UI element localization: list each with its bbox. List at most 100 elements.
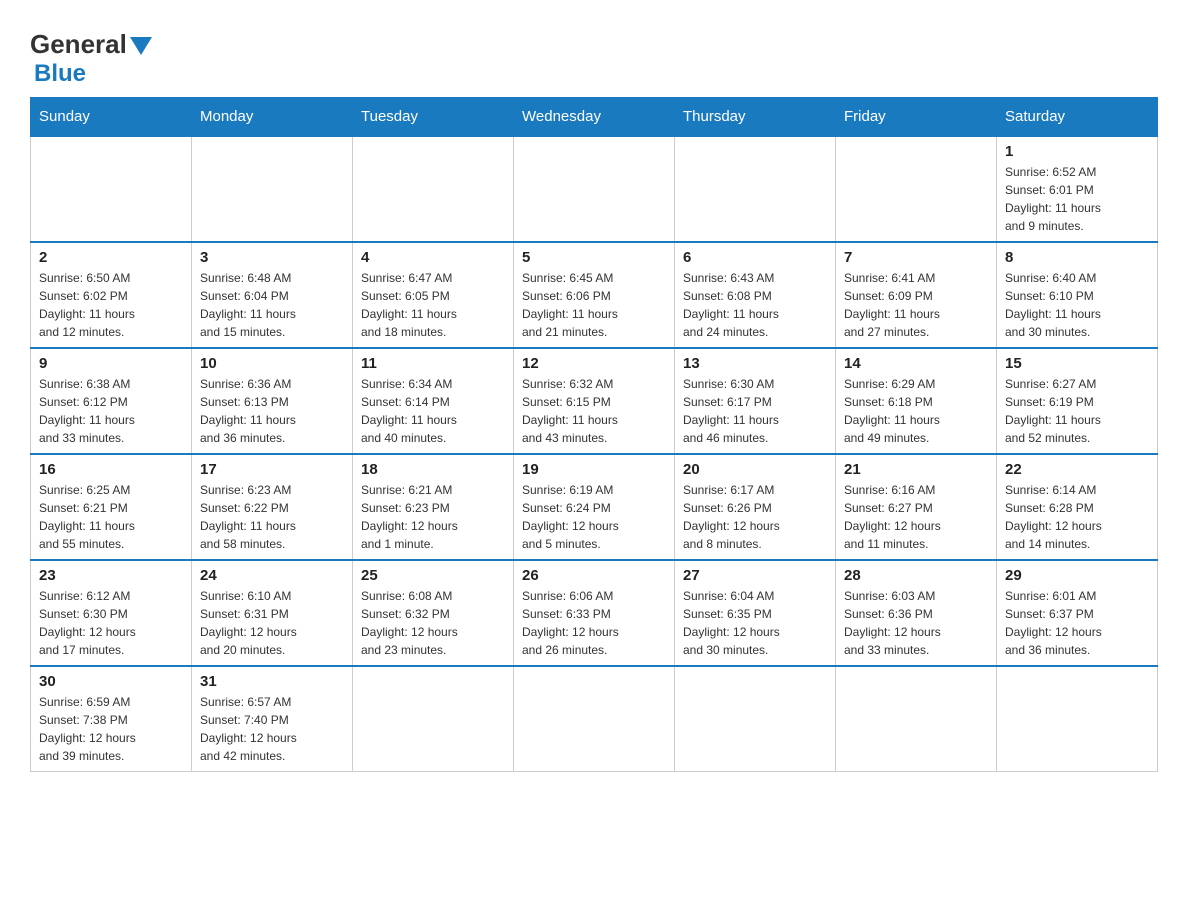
- day-header-saturday: Saturday: [997, 98, 1158, 137]
- day-number: 30: [39, 673, 183, 690]
- day-header-sunday: Sunday: [31, 98, 192, 137]
- day-info: Sunrise: 6:14 AM Sunset: 6:28 PM Dayligh…: [1005, 481, 1149, 553]
- day-info: Sunrise: 6:52 AM Sunset: 6:01 PM Dayligh…: [1005, 163, 1149, 235]
- day-header-friday: Friday: [836, 98, 997, 137]
- day-info: Sunrise: 6:16 AM Sunset: 6:27 PM Dayligh…: [844, 481, 988, 553]
- calendar-day-24: 24Sunrise: 6:10 AM Sunset: 6:31 PM Dayli…: [192, 560, 353, 666]
- calendar-empty-cell: [675, 136, 836, 242]
- calendar-empty-cell: [514, 136, 675, 242]
- calendar-day-29: 29Sunrise: 6:01 AM Sunset: 6:37 PM Dayli…: [997, 560, 1158, 666]
- calendar-table: SundayMondayTuesdayWednesdayThursdayFrid…: [30, 97, 1158, 772]
- calendar-day-4: 4 Sunrise: 6:47 AM Sunset: 6:05 PM Daylig…: [353, 242, 514, 348]
- day-info: Sunrise: 6:06 AM Sunset: 6:33 PM Dayligh…: [522, 587, 666, 659]
- day-info: Sunrise: 6:32 AM Sunset: 6:15 PM Dayligh…: [522, 375, 666, 447]
- calendar-empty-cell: [675, 666, 836, 772]
- day-info: Sunrise: 6:10 AM Sunset: 6:31 PM Dayligh…: [200, 587, 344, 659]
- day-info: Sunrise: 6:41 AM Sunset: 6:09 PM Dayligh…: [844, 269, 988, 341]
- day-info: Sunrise: 6:45 AM Sunset: 6:06 PM Dayligh…: [522, 269, 666, 341]
- calendar-empty-cell: [836, 136, 997, 242]
- calendar-week-row: 30Sunrise: 6:59 AM Sunset: 7:38 PM Dayli…: [31, 666, 1158, 772]
- calendar-empty-cell: [997, 666, 1158, 772]
- day-number: 3: [200, 249, 344, 266]
- day-number: 31: [200, 673, 344, 690]
- calendar-day-30: 30Sunrise: 6:59 AM Sunset: 7:38 PM Dayli…: [31, 666, 192, 772]
- day-number: 21: [844, 461, 988, 478]
- day-number: 9: [39, 355, 183, 372]
- calendar-day-8: 8 Sunrise: 6:40 AM Sunset: 6:10 PM Daylig…: [997, 242, 1158, 348]
- day-info: Sunrise: 6:12 AM Sunset: 6:30 PM Dayligh…: [39, 587, 183, 659]
- day-info: Sunrise: 6:34 AM Sunset: 6:14 PM Dayligh…: [361, 375, 505, 447]
- calendar-day-2: 2 Sunrise: 6:50 AM Sunset: 6:02 PM Daylig…: [31, 242, 192, 348]
- day-info: Sunrise: 6:08 AM Sunset: 6:32 PM Dayligh…: [361, 587, 505, 659]
- calendar-day-7: 7 Sunrise: 6:41 AM Sunset: 6:09 PM Daylig…: [836, 242, 997, 348]
- calendar-day-19: 19 Sunrise: 6:19 AM Sunset: 6:24 PM Dayli…: [514, 454, 675, 560]
- day-number: 2: [39, 249, 183, 266]
- day-info: Sunrise: 6:23 AM Sunset: 6:22 PM Dayligh…: [200, 481, 344, 553]
- logo: General Blue: [30, 30, 152, 87]
- day-info: Sunrise: 6:36 AM Sunset: 6:13 PM Dayligh…: [200, 375, 344, 447]
- calendar-day-10: 10 Sunrise: 6:36 AM Sunset: 6:13 PM Dayli…: [192, 348, 353, 454]
- day-number: 29: [1005, 567, 1149, 584]
- day-info: Sunrise: 6:03 AM Sunset: 6:36 PM Dayligh…: [844, 587, 988, 659]
- calendar-day-17: 17Sunrise: 6:23 AM Sunset: 6:22 PM Dayli…: [192, 454, 353, 560]
- day-info: Sunrise: 6:50 AM Sunset: 6:02 PM Dayligh…: [39, 269, 183, 341]
- calendar-day-6: 6 Sunrise: 6:43 AM Sunset: 6:08 PM Daylig…: [675, 242, 836, 348]
- calendar-day-16: 16Sunrise: 6:25 AM Sunset: 6:21 PM Dayli…: [31, 454, 192, 560]
- calendar-day-23: 23 Sunrise: 6:12 AM Sunset: 6:30 PM Dayli…: [31, 560, 192, 666]
- day-number: 15: [1005, 355, 1149, 372]
- day-number: 19: [522, 461, 666, 478]
- calendar-day-28: 28Sunrise: 6:03 AM Sunset: 6:36 PM Dayli…: [836, 560, 997, 666]
- day-info: Sunrise: 6:19 AM Sunset: 6:24 PM Dayligh…: [522, 481, 666, 553]
- day-header-thursday: Thursday: [675, 98, 836, 137]
- day-info: Sunrise: 6:30 AM Sunset: 6:17 PM Dayligh…: [683, 375, 827, 447]
- calendar-day-25: 25Sunrise: 6:08 AM Sunset: 6:32 PM Dayli…: [353, 560, 514, 666]
- calendar-day-13: 13 Sunrise: 6:30 AM Sunset: 6:17 PM Dayli…: [675, 348, 836, 454]
- day-number: 11: [361, 355, 505, 372]
- calendar-day-15: 15 Sunrise: 6:27 AM Sunset: 6:19 PM Dayli…: [997, 348, 1158, 454]
- calendar-day-5: 5 Sunrise: 6:45 AM Sunset: 6:06 PM Daylig…: [514, 242, 675, 348]
- day-number: 5: [522, 249, 666, 266]
- calendar-empty-cell: [31, 136, 192, 242]
- calendar-day-9: 9 Sunrise: 6:38 AM Sunset: 6:12 PM Daylig…: [31, 348, 192, 454]
- logo-general-text: General: [30, 30, 152, 60]
- day-number: 20: [683, 461, 827, 478]
- day-number: 23: [39, 567, 183, 584]
- day-number: 27: [683, 567, 827, 584]
- day-number: 14: [844, 355, 988, 372]
- calendar-header-row: SundayMondayTuesdayWednesdayThursdayFrid…: [31, 98, 1158, 137]
- day-info: Sunrise: 6:38 AM Sunset: 6:12 PM Dayligh…: [39, 375, 183, 447]
- calendar-day-27: 27Sunrise: 6:04 AM Sunset: 6:35 PM Dayli…: [675, 560, 836, 666]
- calendar-day-21: 21 Sunrise: 6:16 AM Sunset: 6:27 PM Dayli…: [836, 454, 997, 560]
- day-info: Sunrise: 6:48 AM Sunset: 6:04 PM Dayligh…: [200, 269, 344, 341]
- day-number: 7: [844, 249, 988, 266]
- day-info: Sunrise: 6:21 AM Sunset: 6:23 PM Dayligh…: [361, 481, 505, 553]
- calendar-week-row: 2 Sunrise: 6:50 AM Sunset: 6:02 PM Daylig…: [31, 242, 1158, 348]
- day-number: 8: [1005, 249, 1149, 266]
- calendar-day-26: 26 Sunrise: 6:06 AM Sunset: 6:33 PM Dayli…: [514, 560, 675, 666]
- calendar-week-row: 1 Sunrise: 6:52 AM Sunset: 6:01 PM Daylig…: [31, 136, 1158, 242]
- day-info: Sunrise: 6:27 AM Sunset: 6:19 PM Dayligh…: [1005, 375, 1149, 447]
- calendar-day-22: 22 Sunrise: 6:14 AM Sunset: 6:28 PM Dayli…: [997, 454, 1158, 560]
- calendar-day-18: 18 Sunrise: 6:21 AM Sunset: 6:23 PM Dayli…: [353, 454, 514, 560]
- day-info: Sunrise: 6:40 AM Sunset: 6:10 PM Dayligh…: [1005, 269, 1149, 341]
- day-info: Sunrise: 6:57 AM Sunset: 7:40 PM Dayligh…: [200, 693, 344, 765]
- day-number: 18: [361, 461, 505, 478]
- calendar-week-row: 16Sunrise: 6:25 AM Sunset: 6:21 PM Dayli…: [31, 454, 1158, 560]
- day-info: Sunrise: 6:47 AM Sunset: 6:05 PM Dayligh…: [361, 269, 505, 341]
- calendar-empty-cell: [353, 136, 514, 242]
- day-info: Sunrise: 6:29 AM Sunset: 6:18 PM Dayligh…: [844, 375, 988, 447]
- day-info: Sunrise: 6:17 AM Sunset: 6:26 PM Dayligh…: [683, 481, 827, 553]
- day-number: 4: [361, 249, 505, 266]
- day-number: 22: [1005, 461, 1149, 478]
- day-number: 26: [522, 567, 666, 584]
- day-number: 10: [200, 355, 344, 372]
- calendar-empty-cell: [353, 666, 514, 772]
- calendar-day-20: 20 Sunrise: 6:17 AM Sunset: 6:26 PM Dayli…: [675, 454, 836, 560]
- day-info: Sunrise: 6:43 AM Sunset: 6:08 PM Dayligh…: [683, 269, 827, 341]
- day-number: 1: [1005, 143, 1149, 160]
- calendar-empty-cell: [514, 666, 675, 772]
- page-header: General Blue: [30, 20, 1158, 87]
- day-number: 6: [683, 249, 827, 266]
- calendar-week-row: 23 Sunrise: 6:12 AM Sunset: 6:30 PM Dayli…: [31, 560, 1158, 666]
- day-number: 13: [683, 355, 827, 372]
